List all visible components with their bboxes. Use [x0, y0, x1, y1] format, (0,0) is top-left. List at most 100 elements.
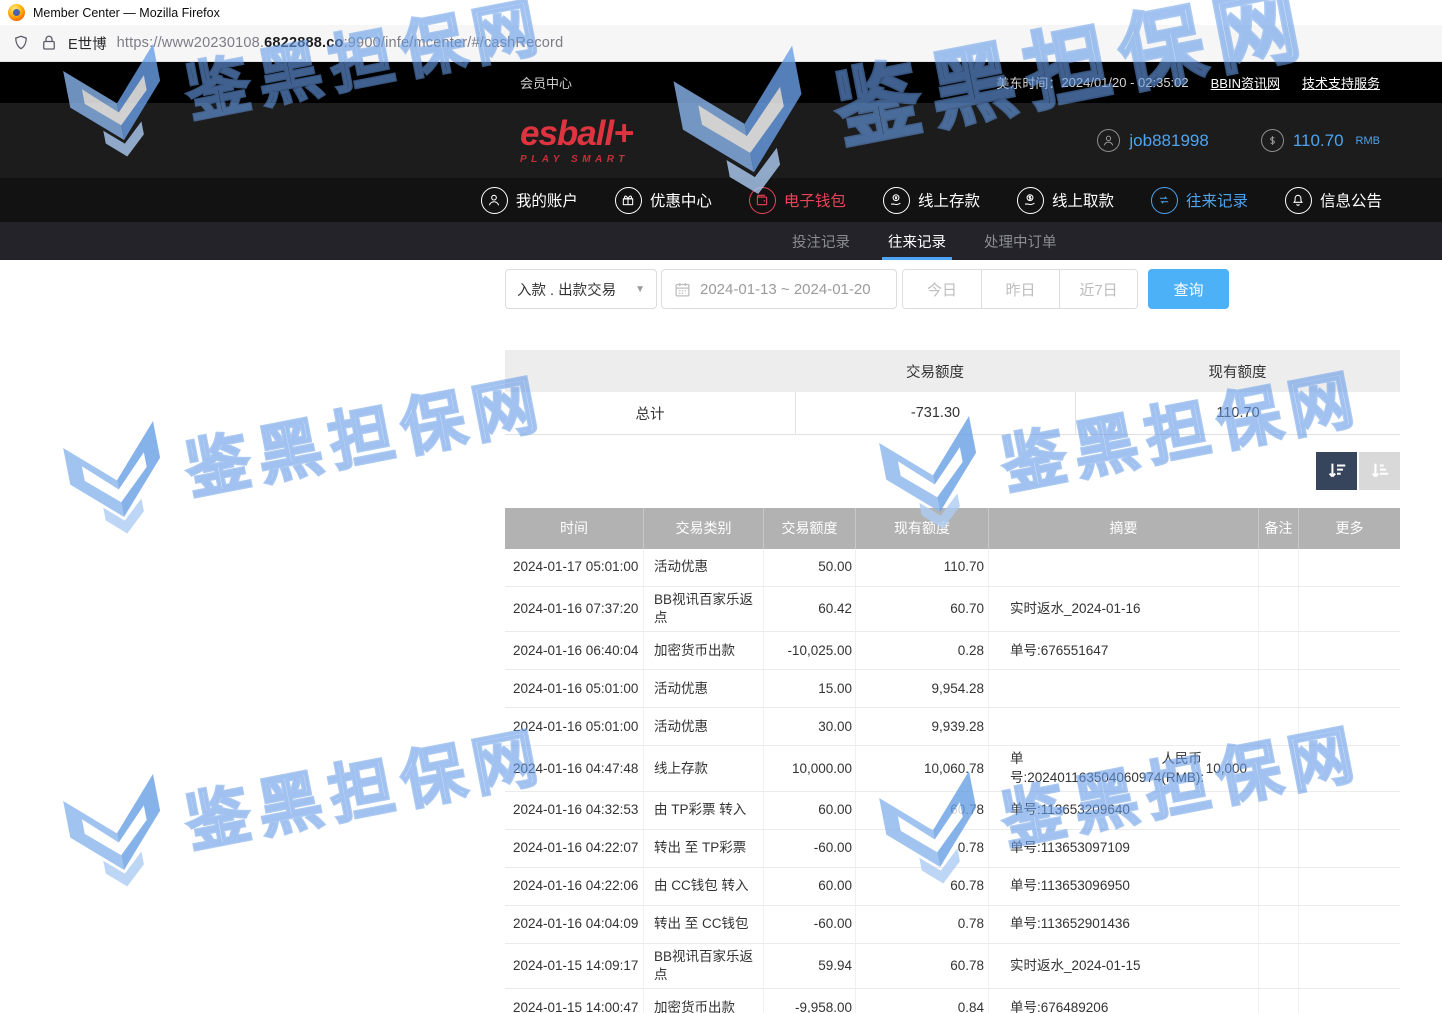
cell-type: 加密货币出款 [643, 989, 763, 1013]
cell-summary [988, 708, 1258, 745]
nav-item-withdraw[interactable]: 线上取款 [1017, 187, 1114, 214]
cell-type: 转出 至 TP彩票 [643, 830, 763, 867]
cell-more [1298, 792, 1400, 829]
cell-type: 活动优惠 [643, 670, 763, 707]
address-url[interactable]: https://www20230108.6822888.co:9900/infe… [117, 35, 564, 51]
balance-currency: RMB [1356, 135, 1380, 147]
tab-bet-records[interactable]: 投注记录 [792, 222, 850, 260]
cell-note [1258, 670, 1298, 707]
logo-text: esball+ [520, 116, 633, 151]
watermark: 鉴黑担保网 [49, 333, 556, 556]
nav-item-announcements[interactable]: 信息公告 [1285, 187, 1382, 214]
header-more: 更多 [1298, 508, 1400, 549]
balance-info[interactable]: 110.70 RMB [1261, 129, 1380, 152]
cell-amount: 60.00 [763, 792, 855, 829]
cell-note [1258, 906, 1298, 943]
cell-more [1298, 708, 1400, 745]
cell-balance: 10,060.78 [855, 746, 988, 790]
wallet-icon [749, 187, 776, 214]
gift-icon [615, 187, 642, 214]
search-button[interactable]: 查询 [1148, 269, 1229, 309]
cell-amount: 50.00 [763, 549, 855, 586]
site-topbar: 会员中心 美东时间： 2024/01/20 - 02:35:02 BBIN资讯网… [0, 62, 1442, 103]
member-center-label: 会员中心 [520, 73, 572, 92]
logo-slogan: PLAY SMART [520, 155, 633, 165]
cell-summary: 单号:113653097109 [988, 830, 1258, 867]
tab-pending-orders[interactable]: 处理中订单 [984, 222, 1057, 260]
cell-time: 2024-01-16 04:22:06 [505, 868, 643, 905]
table-row: 2024-01-16 04:22:07 转出 至 TP彩票 -60.00 0.7… [505, 830, 1400, 868]
summary-header-row: 交易额度 现有额度 [505, 350, 1400, 392]
transaction-type-select[interactable]: 入款 . 出款交易 ▼ [505, 269, 657, 309]
cell-balance: 0.28 [855, 632, 988, 669]
filter-row: 入款 . 出款交易 ▼ 2024-01-13 ~ 2024-01-20 今日 昨… [505, 269, 1442, 309]
account-info[interactable]: job881998 [1097, 129, 1208, 152]
cell-amount: -60.00 [763, 830, 855, 867]
header-summary: 摘要 [988, 508, 1258, 549]
cell-summary: 单号:113652901436 [988, 906, 1258, 943]
cell-type: BB视讯百家乐返点 [643, 944, 763, 988]
cell-balance: 60.78 [855, 868, 988, 905]
cell-more [1298, 632, 1400, 669]
cell-amount: -10,025.00 [763, 632, 855, 669]
tab-transaction-records[interactable]: 往来记录 [888, 222, 946, 260]
cell-summary [988, 670, 1258, 707]
cell-time: 2024-01-16 04:32:53 [505, 792, 643, 829]
browser-urlbar[interactable]: E世博 https://www20230108.6822888.co:9900/… [0, 25, 1442, 62]
table-row: 2024-01-15 14:00:47 加密货币出款 -9,958.00 0.8… [505, 989, 1400, 1013]
transaction-table-header: 时间 交易类别 交易额度 现有额度 摘要 备注 更多 [505, 508, 1400, 549]
shield-icon[interactable] [12, 34, 30, 52]
table-row: 2024-01-16 04:47:48 线上存款 10,000.00 10,06… [505, 746, 1400, 791]
bbin-news-link[interactable]: BBIN资讯网 [1211, 73, 1280, 92]
cell-amount: 15.00 [763, 670, 855, 707]
site-name-label: E世博 [68, 33, 107, 54]
cell-summary: 实时返水_2024-01-15 [988, 944, 1258, 988]
cell-amount: 59.94 [763, 944, 855, 988]
header-balance: 现有额度 [855, 508, 988, 549]
summary-header-transaction: 交易额度 [795, 361, 1075, 382]
nav-item-my-account[interactable]: 我的账户 [481, 187, 578, 214]
nav-item-e-wallet[interactable]: 电子钱包 [749, 187, 846, 214]
nav-item-promotions[interactable]: 优惠中心 [615, 187, 712, 214]
cell-time: 2024-01-17 05:01:00 [505, 549, 643, 586]
cell-type: 转出 至 CC钱包 [643, 906, 763, 943]
esball-logo[interactable]: esball+ PLAY SMART [520, 116, 633, 165]
cell-more [1298, 868, 1400, 905]
nav-item-deposit[interactable]: 线上存款 [883, 187, 980, 214]
date-range-input[interactable]: 2024-01-13 ~ 2024-01-20 [661, 269, 897, 309]
cell-time: 2024-01-16 05:01:00 [505, 670, 643, 707]
lock-icon[interactable] [40, 34, 58, 52]
cell-type: 加密货币出款 [643, 632, 763, 669]
cell-balance: 110.70 [855, 549, 988, 586]
cell-summary: 单号:676551647 [988, 632, 1258, 669]
browser-titlebar: Member Center — Mozilla Firefox [0, 0, 1442, 25]
transaction-table: 时间 交易类别 交易额度 现有额度 摘要 备注 更多 2024-01-17 05… [505, 508, 1400, 1013]
summary-table: 交易额度 现有额度 总计 -731.30 110.70 [505, 350, 1400, 435]
cell-amount: -60.00 [763, 906, 855, 943]
header-time: 时间 [505, 508, 643, 549]
cell-type: 由 CC钱包 转入 [643, 868, 763, 905]
summary-total-row: 总计 -731.30 110.70 [505, 392, 1400, 435]
sort-ascending-button[interactable] [1359, 452, 1400, 490]
header-amount: 交易额度 [763, 508, 855, 549]
sort-descending-button[interactable] [1316, 452, 1357, 490]
cell-time: 2024-01-15 14:09:17 [505, 944, 643, 988]
watermark-logo-icon [49, 758, 184, 909]
today-button[interactable]: 今日 [903, 270, 981, 308]
tech-support-link[interactable]: 技术支持服务 [1302, 73, 1380, 92]
yesterday-button[interactable]: 昨日 [981, 270, 1059, 308]
cell-note [1258, 746, 1298, 790]
balance-amount: 110.70 [1293, 131, 1344, 151]
cell-note [1258, 792, 1298, 829]
browser-window: Member Center — Mozilla Firefox E世博 http… [0, 0, 1442, 1013]
site-header: esball+ PLAY SMART job881998 110.70 RMB [0, 103, 1442, 178]
last-7-days-button[interactable]: 近7日 [1059, 270, 1137, 308]
cell-time: 2024-01-16 04:04:09 [505, 906, 643, 943]
dollar-coin-icon [1261, 129, 1284, 152]
nav-item-transaction-records[interactable]: 往来记录 [1151, 187, 1248, 214]
watermark: 鉴黑担保网 [49, 686, 556, 909]
cell-more [1298, 906, 1400, 943]
quick-date-buttons: 今日 昨日 近7日 [902, 269, 1138, 309]
cell-summary: 单号:113653096950 [988, 868, 1258, 905]
table-row: 2024-01-17 05:01:00 活动优惠 50.00 110.70 [505, 549, 1400, 587]
